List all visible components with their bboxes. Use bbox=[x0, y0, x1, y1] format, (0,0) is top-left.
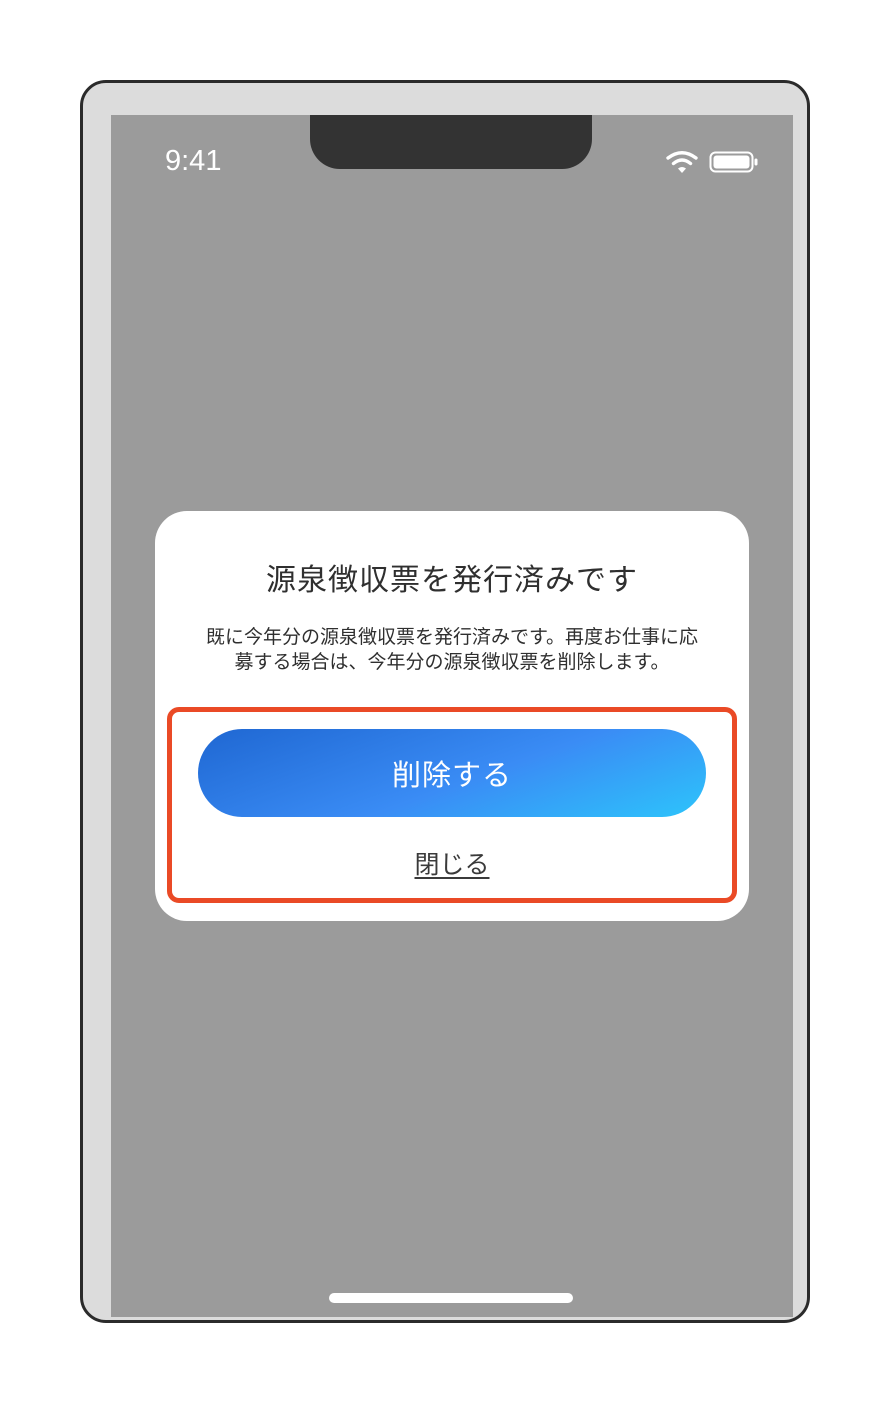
wifi-icon bbox=[666, 151, 698, 173]
close-link[interactable]: 閉じる bbox=[155, 845, 749, 881]
dialog-title: 源泉徴収票を発行済みです bbox=[266, 563, 638, 598]
dialog-message: 既に今年分の源泉徴収票を発行済みです。再度お仕事に応募する場合は、今年分の源泉徴… bbox=[205, 626, 699, 673]
battery-icon bbox=[709, 151, 758, 173]
notch bbox=[310, 115, 592, 169]
delete-confirmation-dialog: 源泉徴収票を発行済みです 既に今年分の源泉徴収票を発行済みです。再度お仕事に応募… bbox=[155, 511, 749, 921]
phone-frame: 9:41 源泉徴収票を発行済みです 既に今年分の源泉徴収票を発行済みです。再度お… bbox=[80, 80, 810, 1323]
screen: 9:41 源泉徴収票を発行済みです 既に今年分の源泉徴収票を発行済みです。再度お… bbox=[111, 115, 793, 1317]
delete-button[interactable]: 削除する bbox=[198, 729, 706, 817]
status-time: 9:41 bbox=[165, 145, 222, 177]
home-indicator bbox=[329, 1293, 573, 1303]
